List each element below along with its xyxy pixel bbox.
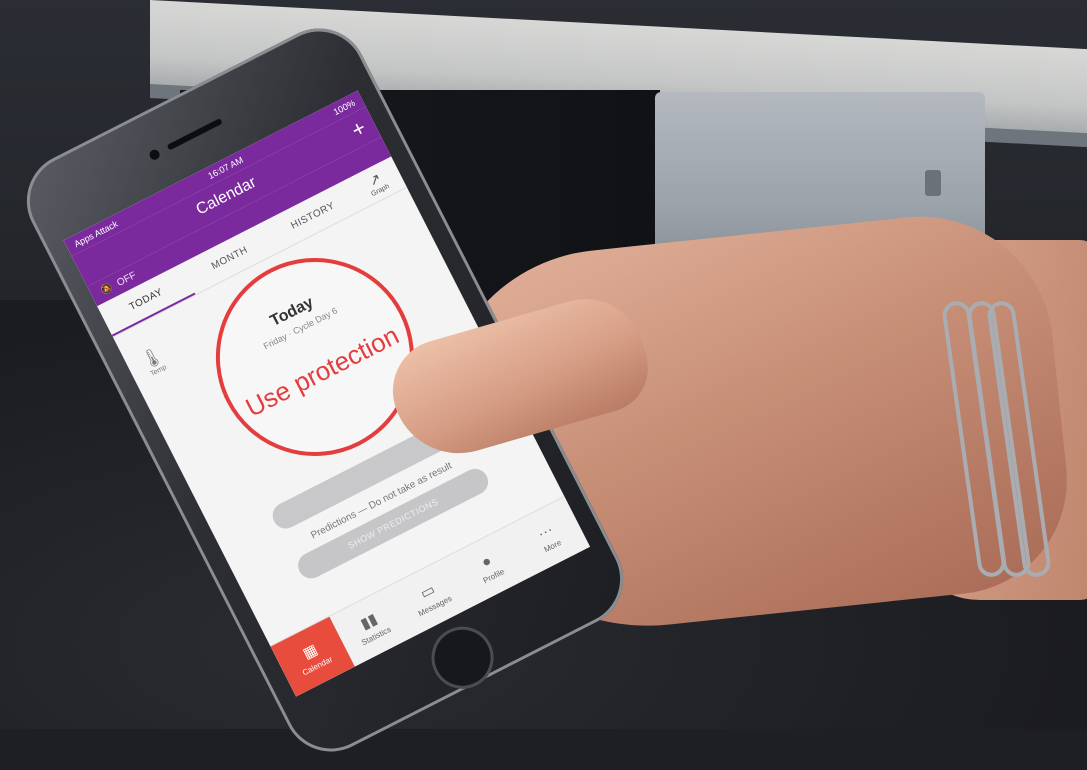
messages-icon: ▭ — [417, 581, 439, 603]
calendar-icon: ▦ — [300, 640, 321, 663]
fertility-status: Use protection — [240, 319, 404, 423]
cabinet-handle — [925, 170, 941, 196]
profile-icon: ● — [478, 551, 495, 572]
temperature-button[interactable]: 🌡 Temp — [137, 344, 170, 379]
mode-label: OFF — [115, 269, 138, 289]
notification-off-icon[interactable]: 🔕 — [99, 281, 115, 296]
